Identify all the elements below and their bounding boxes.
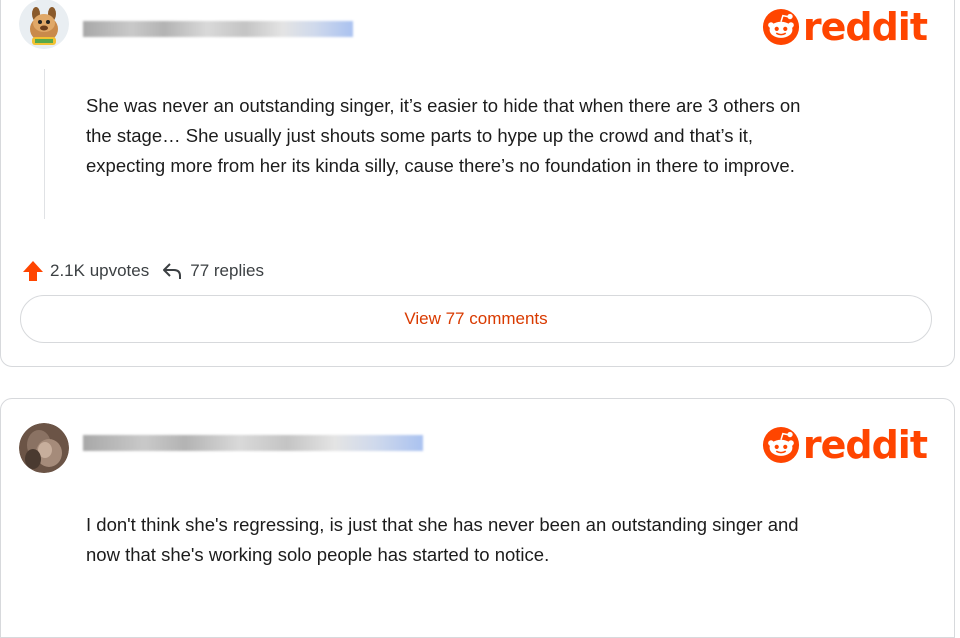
comment-body: I don't think she's regressing, is just … <box>86 510 926 570</box>
upvote-button[interactable]: 2.1K upvotes <box>21 259 149 283</box>
reply-count: 77 replies <box>190 261 264 280</box>
comment-line: expecting more from her its kinda silly,… <box>86 155 795 176</box>
comment-card-1: reddit She was never an outstanding sing… <box>0 0 955 367</box>
author-name-obscured[interactable] <box>83 21 353 37</box>
comment-line: now that she's working solo people has s… <box>86 544 550 565</box>
author-name-obscured[interactable] <box>83 435 423 451</box>
replies-button[interactable]: 77 replies <box>160 259 264 283</box>
comment-line: She was never an outstanding singer, it’… <box>86 95 801 116</box>
reddit-wordmark: reddit <box>802 5 928 49</box>
reddit-snoo-icon <box>762 8 799 46</box>
reply-arrow-icon <box>163 263 182 279</box>
comment-stats: 2.1K upvotes 77 replies <box>21 258 264 284</box>
view-comments-label: View 77 comments <box>404 309 548 328</box>
upvote-count: 2.1K upvotes <box>50 261 150 280</box>
photo-avatar-icon[interactable] <box>19 423 69 473</box>
reddit-logo: reddit <box>762 423 928 467</box>
reddit-logo: reddit <box>762 5 928 49</box>
reddit-wordmark: reddit <box>802 423 928 467</box>
comment-line: I don't think she's regressing, is just … <box>86 514 799 535</box>
upvote-arrow-icon <box>23 261 43 281</box>
comment-line: the stage… She usually just shouts some … <box>86 125 754 146</box>
thread-line[interactable] <box>44 69 45 219</box>
reddit-snoo-icon <box>762 426 799 464</box>
comment-body: She was never an outstanding singer, it’… <box>86 91 926 181</box>
cartoon-avatar-icon[interactable] <box>19 0 69 49</box>
comment-card-2: reddit I don't think she's regressing, i… <box>0 398 955 638</box>
view-comments-button[interactable]: View 77 comments <box>20 295 932 343</box>
